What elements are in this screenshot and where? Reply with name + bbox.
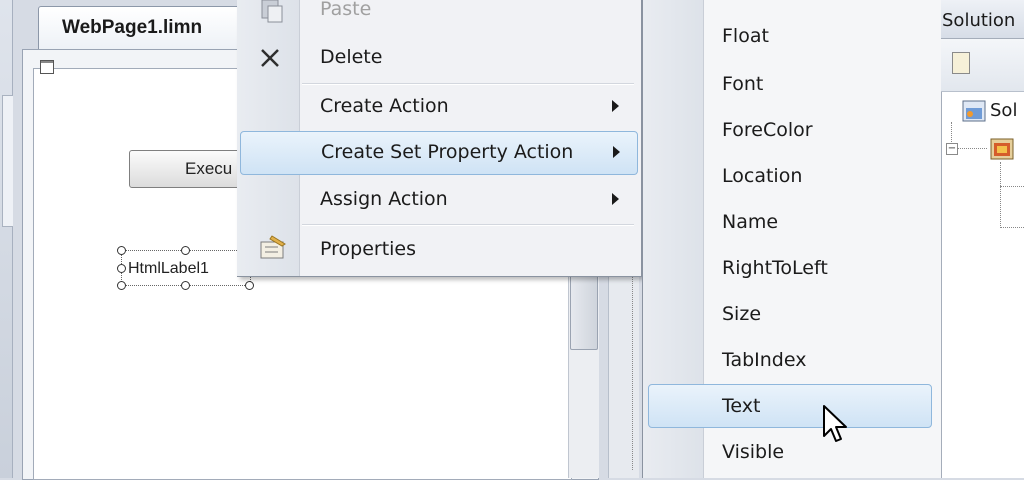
resize-handle[interactable] — [117, 281, 126, 290]
submenu-item-label: Size — [722, 303, 762, 325]
scrollbar-thumb[interactable] — [570, 268, 598, 350]
submenu-item-label: RightToLeft — [722, 257, 828, 279]
solution-root-label[interactable]: Sol — [990, 100, 1017, 121]
submenu-item-label: ForeColor — [722, 119, 813, 141]
tree-guide — [957, 148, 987, 149]
menu-item-label: Delete — [320, 46, 383, 68]
menu-item-create-action[interactable]: Create Action — [238, 85, 638, 129]
submenu-arrow-icon — [613, 146, 620, 158]
delete-icon — [261, 49, 279, 67]
submenu-item-label: TabIndex — [722, 349, 807, 371]
project-icon — [990, 138, 1014, 160]
resize-handle[interactable] — [117, 264, 126, 273]
properties-icon — [260, 235, 286, 259]
html-label-text: HtmlLabel1 — [128, 260, 209, 277]
menu-item-label: Create Set Property Action — [321, 141, 574, 163]
submenu-arrow-icon — [612, 193, 619, 205]
menu-item-paste[interactable]: Paste — [238, 0, 638, 32]
submenu-item-location[interactable]: Location — [646, 154, 932, 198]
submenu-item-righttoleft[interactable]: RightToLeft — [646, 246, 932, 290]
tree-guide — [1000, 186, 1024, 187]
submenu-item-name[interactable]: Name — [646, 200, 932, 244]
submenu-item-float[interactable]: Float — [646, 14, 932, 58]
mouse-pointer-icon — [823, 405, 847, 442]
menu-item-label: Assign Action — [320, 188, 448, 210]
solution-icon — [962, 100, 986, 122]
submenu-item-size[interactable]: Size — [646, 292, 932, 336]
menu-item-assign-action[interactable]: Assign Action — [238, 178, 638, 222]
submenu-item-label: Text — [722, 395, 761, 417]
menu-item-properties[interactable]: Properties — [238, 228, 638, 272]
tree-expander[interactable]: − — [946, 143, 958, 155]
left-toolbox-edge — [0, 0, 13, 478]
submenu-item-font[interactable]: Font — [646, 61, 932, 105]
resize-handle[interactable] — [117, 246, 126, 255]
menu-item-create-set-property-action[interactable]: Create Set Property Action — [240, 131, 638, 175]
tree-guide — [1000, 162, 1001, 228]
submenu-item-text[interactable]: Text — [648, 384, 932, 428]
resize-handle[interactable] — [181, 246, 190, 255]
menu-item-label: Create Action — [320, 95, 449, 117]
resize-handle[interactable] — [245, 281, 254, 290]
paste-icon — [261, 0, 283, 23]
resize-handle[interactable] — [181, 281, 190, 290]
menu-item-label: Paste — [320, 0, 372, 20]
submenu-item-label: Float — [722, 25, 769, 47]
document-tab-title: WebPage1.limn — [62, 17, 203, 38]
collapsed-toolbox-tab[interactable] — [2, 95, 13, 227]
submenu-item-visible[interactable]: Visible — [646, 430, 932, 474]
page-glyph-icon[interactable] — [40, 60, 54, 74]
properties-toolbar-icon[interactable] — [952, 52, 970, 74]
submenu-item-label: Location — [722, 165, 803, 187]
submenu-item-label: Name — [722, 211, 779, 233]
menu-separator — [302, 224, 634, 226]
dotted-guide-line — [632, 260, 633, 470]
submenu-item-label: Visible — [722, 441, 785, 463]
submenu-arrow-icon — [612, 100, 619, 112]
menu-item-delete[interactable]: Delete — [238, 36, 638, 80]
execute-button-label: Execu — [185, 159, 233, 178]
tree-guide — [1000, 227, 1024, 228]
submenu-item-label: Font — [722, 73, 764, 95]
tree-guide — [951, 122, 952, 144]
menu-item-label: Properties — [320, 238, 417, 260]
solution-explorer-title: Solution — [942, 10, 1016, 31]
submenu-item-tabindex[interactable]: TabIndex — [646, 338, 932, 382]
submenu-item-forecolor[interactable]: ForeColor — [646, 108, 932, 152]
